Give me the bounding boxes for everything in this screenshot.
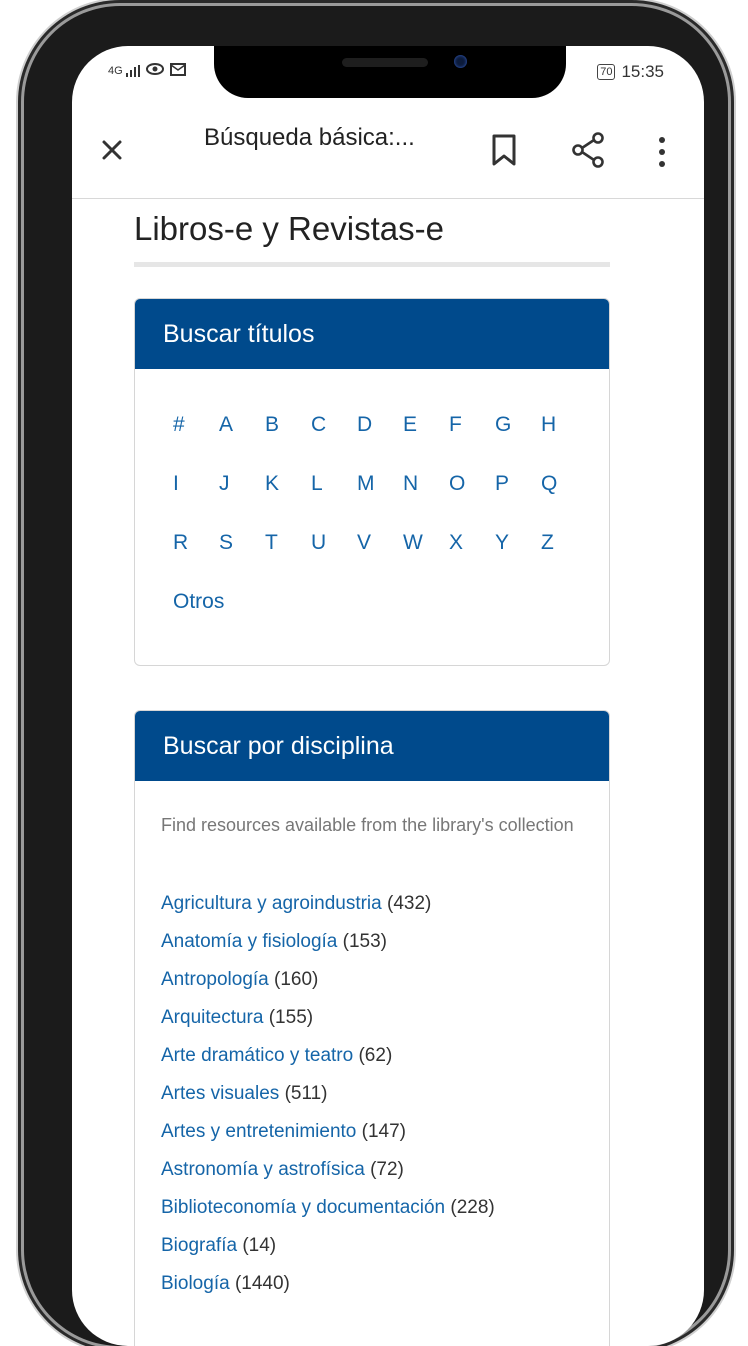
discipline-link[interactable]: Arte dramático y teatro <box>161 1045 353 1066</box>
discipline-link[interactable]: Biografía <box>161 1235 237 1256</box>
list-item: Agricultura y agroindustria (432) <box>161 885 591 923</box>
list-item: Biblioteconomía y documentación (228) <box>161 1189 591 1227</box>
letter-link[interactable]: B <box>265 413 279 437</box>
letter-link[interactable]: H <box>541 413 556 437</box>
list-item: Arte dramático y teatro (62) <box>161 1037 591 1075</box>
letter-link[interactable]: U <box>311 531 326 555</box>
letter-link[interactable]: M <box>357 472 375 496</box>
letter-link[interactable]: E <box>403 413 417 437</box>
discipline-link[interactable]: Artes visuales <box>161 1083 279 1104</box>
letter-link[interactable]: P <box>495 472 509 496</box>
phone-screen: 4G 70 15:35 Búsqueda básica:... Libros-e… <box>72 46 704 1346</box>
discipline-link[interactable]: Agricultura y agroindustria <box>161 893 382 914</box>
discipline-count: (147) <box>361 1121 407 1142</box>
more-vert-icon[interactable] <box>650 132 674 172</box>
battery-icon: 70 <box>597 64 616 80</box>
eye-icon <box>145 62 164 80</box>
camera-notch <box>214 46 566 98</box>
list-item: Antropología (160) <box>161 961 591 999</box>
discipline-link[interactable]: Anatomía y fisiología <box>161 931 337 952</box>
letter-link[interactable]: K <box>265 472 279 496</box>
list-item: Arquitectura (155) <box>161 999 591 1037</box>
discipline-link[interactable]: Antropología <box>161 969 269 990</box>
status-time: 15:35 <box>621 62 664 81</box>
discipline-count: (511) <box>284 1083 328 1104</box>
letter-link[interactable]: N <box>403 472 418 496</box>
letter-link[interactable]: X <box>449 531 463 555</box>
discipline-count: (72) <box>370 1159 404 1180</box>
close-icon[interactable] <box>94 132 130 168</box>
list-item: Artes visuales (511) <box>161 1075 591 1113</box>
letter-link[interactable]: # <box>173 413 185 437</box>
letter-link[interactable]: J <box>219 472 230 496</box>
list-item: Artes y entretenimiento (147) <box>161 1113 591 1151</box>
front-camera <box>454 55 467 68</box>
letter-link[interactable]: A <box>219 413 233 437</box>
discipline-count: (62) <box>358 1045 393 1066</box>
share-icon[interactable] <box>568 130 608 170</box>
letter-link[interactable]: C <box>311 413 326 437</box>
discipline-link[interactable]: Biología <box>161 1273 230 1294</box>
discipline-list: Agricultura y agroindustria (432) Anatom… <box>161 885 591 1303</box>
discipline-count: (153) <box>342 931 388 952</box>
app-bar: Búsqueda básica:... <box>72 110 704 199</box>
letter-link[interactable]: W <box>403 531 423 555</box>
discipline-panel-header: Buscar por disciplina <box>135 711 609 781</box>
letter-link[interactable]: Q <box>541 472 557 496</box>
bookmark-icon[interactable] <box>486 130 522 170</box>
letter-link[interactable]: T <box>265 531 278 555</box>
page-content: Libros-e y Revistas-e Buscar títulos # A… <box>134 198 610 1346</box>
letter-link[interactable]: Y <box>495 531 509 555</box>
titles-panel: Buscar títulos # A B C D E F G H I J K L… <box>134 298 610 666</box>
page-title: Libros-e y Revistas-e <box>134 210 610 267</box>
app-bar-title: Búsqueda básica:... <box>204 124 415 151</box>
letter-link[interactable]: R <box>173 531 188 555</box>
letter-link[interactable]: D <box>357 413 372 437</box>
discipline-link[interactable]: Biblioteconomía y documentación <box>161 1197 445 1218</box>
letter-link[interactable]: I <box>173 472 179 496</box>
letter-link[interactable]: G <box>495 413 511 437</box>
discipline-link[interactable]: Astronomía y astrofísica <box>161 1159 365 1180</box>
discipline-description: Find resources available from the librar… <box>161 815 574 835</box>
discipline-count: (1440) <box>234 1273 290 1294</box>
other-letters-link[interactable]: Otros <box>173 590 224 614</box>
list-item: Biografía (14) <box>161 1227 591 1265</box>
discipline-panel: Buscar por disciplina Find resources ava… <box>134 710 610 1346</box>
network-type-label: 4G <box>108 65 123 77</box>
discipline-count: (155) <box>268 1007 314 1028</box>
letter-link[interactable]: L <box>311 472 323 496</box>
discipline-count: (432) <box>387 893 432 914</box>
discipline-link[interactable]: Arquitectura <box>161 1007 263 1028</box>
list-item: Biología (1440) <box>161 1265 591 1303</box>
discipline-count: (228) <box>450 1197 495 1218</box>
letter-link[interactable]: Z <box>541 531 554 555</box>
letter-link[interactable]: F <box>449 413 462 437</box>
discipline-link[interactable]: Artes y entretenimiento <box>161 1121 356 1142</box>
discipline-count: (160) <box>274 969 319 990</box>
list-item: Astronomía y astrofísica (72) <box>161 1151 591 1189</box>
letter-link[interactable]: V <box>357 531 371 555</box>
list-item: Anatomía y fisiología (153) <box>161 923 591 961</box>
discipline-count: (14) <box>242 1235 277 1256</box>
letter-link[interactable]: O <box>449 472 465 496</box>
mail-icon <box>169 62 186 80</box>
letter-link[interactable]: S <box>219 531 233 555</box>
titles-panel-header: Buscar títulos <box>135 299 609 369</box>
signal-icon: 4G <box>108 65 140 77</box>
speaker-grille <box>342 58 428 67</box>
